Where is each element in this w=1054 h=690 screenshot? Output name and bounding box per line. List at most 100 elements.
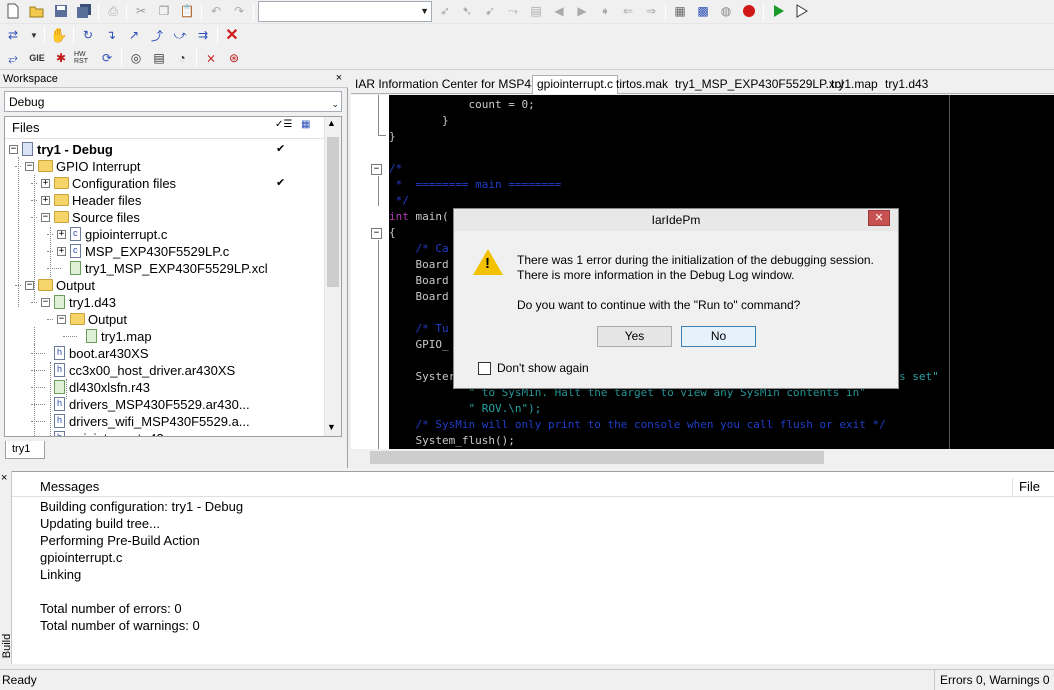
collapse-icon[interactable]: − [25,281,34,290]
tab-d43[interactable]: try1.d43 [881,76,932,93]
goto-definition-icon[interactable]: ⇐ [618,1,638,21]
tree-item[interactable]: + Configuration files ✔ [5,175,325,192]
memory-icon[interactable]: ◎ [126,48,146,68]
tab-gpiointerrupt[interactable]: gpiointerrupt.c [532,75,619,94]
next-icon[interactable]: ⤴ [147,25,167,45]
tree-item[interactable]: − Source files [5,209,325,226]
print-icon[interactable]: ⎙ [103,1,123,21]
yes-button[interactable]: Yes [597,326,672,347]
refresh-icon[interactable]: ⟳ [97,48,117,68]
expand-icon[interactable]: + [57,247,66,256]
goto-line-icon[interactable]: ⇒ [641,1,661,21]
new-file-icon[interactable] [3,1,23,21]
tree-item[interactable]: drivers_wifi_MSP430F5529.a... [5,412,325,430]
workspace-tab[interactable]: try1 [5,441,45,459]
next-statement-icon[interactable]: ⇄ [3,25,23,45]
check-column-icon[interactable]: ✓☰ [275,119,292,130]
gie-icon[interactable]: GIE [27,48,47,68]
register-icon[interactable]: HW RST [74,48,94,68]
stop-build-icon[interactable]: ◍ [716,1,736,21]
redo-icon[interactable]: ↷ [229,1,249,21]
download-and-debug-icon[interactable] [768,1,788,21]
timer-icon[interactable]: ◔ [172,48,192,68]
open-icon[interactable] [27,1,47,21]
tab-map[interactable]: try1.map [827,76,882,93]
undo-icon[interactable]: ↶ [206,1,226,21]
options-column-icon[interactable]: ▦ [301,119,310,130]
tree-item[interactable]: + gpiointerrupt.c [5,225,325,243]
compile-icon[interactable]: ▦ [670,1,690,21]
tree-item[interactable]: − try1 - Debug ✔ [5,141,325,158]
tab-xcl[interactable]: try1_MSP_EXP430F5529LP.xcl [671,76,848,93]
tab-tirtos[interactable]: tirtos.mak [612,76,672,93]
tree-scroll-thumb[interactable] [327,137,339,287]
breakpoint-icon[interactable]: ✋ [49,25,69,45]
cut-icon[interactable]: ✂ [131,1,151,21]
build-tab-label[interactable]: Build [1,629,13,663]
cspy-icon[interactable]: ⊛ [224,48,244,68]
fold-toggle[interactable]: − [371,228,382,239]
toggle-bookmark-icon[interactable]: ➶ [435,1,455,21]
navigate-back-icon[interactable]: ◀ [549,1,569,21]
make-icon[interactable]: ▩ [693,1,713,21]
no-button[interactable]: No [681,326,756,347]
tree-item[interactable]: try1_MSP_EXP430F5529LP.xcl [5,260,325,277]
dont-show-again-label[interactable]: Don't show again [497,361,589,375]
tree-item[interactable]: gpiointerrupt.r43 [5,429,325,436]
stop-debug-icon[interactable]: ✕ [222,25,242,45]
run-to-cursor-icon[interactable]: ⤻ [170,25,190,45]
step-into-icon[interactable]: ↴ [101,25,121,45]
go-icon[interactable]: ⇉ [193,25,213,45]
tab-info-center[interactable]: IAR Information Center for MSP430 [351,76,548,93]
navigate-forward-icon[interactable]: ▶ [572,1,592,21]
interrupt-icon[interactable]: ✱ [51,48,71,68]
fold-toggle[interactable]: − [371,164,382,175]
tree-item[interactable]: + MSP_EXP430F5529LP.c [5,242,325,260]
tree-item[interactable]: − Output [5,311,325,328]
expand-icon[interactable]: + [41,179,50,188]
collapse-icon[interactable]: − [57,315,66,324]
tree-item[interactable]: − GPIO Interrupt [5,158,325,175]
editor-hscroll-thumb[interactable] [370,451,824,464]
collapse-icon[interactable]: − [41,213,50,222]
reset-icon[interactable]: ⥂ [3,48,23,68]
paste-icon[interactable]: 📋 [177,1,197,21]
messages-column-header[interactable]: Messages [40,479,99,494]
scroll-down-icon[interactable]: ▼ [327,422,336,432]
navigate-icon[interactable]: ➧ [595,1,615,21]
collapse-icon[interactable]: − [41,298,50,307]
step-over-icon[interactable]: ↻ [78,25,98,45]
tree-item[interactable]: boot.ar430XS [5,344,325,362]
copy-icon[interactable]: ❐ [154,1,174,21]
save-all-icon[interactable] [74,1,94,21]
find-prev-icon[interactable]: ⤳ [503,1,523,21]
tree-item[interactable]: − Output [5,277,325,294]
close-icon[interactable]: ✕ [868,210,890,226]
stack-icon[interactable]: ▤ [149,48,169,68]
close-icon[interactable]: × [333,72,345,86]
save-icon[interactable] [51,1,71,21]
replace-icon[interactable]: ▤ [526,1,546,21]
break-icon[interactable]: ⨯ [201,48,221,68]
tree-item[interactable]: drivers_MSP430F5529.ar430... [5,395,325,413]
toggle-breakpoint-icon[interactable] [739,1,759,21]
tree-item[interactable]: try1.map [5,328,325,345]
collapse-icon[interactable]: − [25,162,34,171]
tree-scrollbar[interactable]: ▲ ▼ [324,117,341,436]
expand-icon[interactable]: + [41,196,50,205]
chevron-down-icon[interactable]: ▼ [24,25,44,45]
close-icon[interactable]: × [1,472,7,484]
configuration-select[interactable]: Debug ⌄ [4,91,342,112]
expand-icon[interactable]: + [57,230,66,239]
debug-without-download-icon[interactable] [791,1,811,21]
goto-bookmark-icon[interactable]: ➷ [457,1,477,21]
dont-show-again-checkbox[interactable] [478,362,491,375]
file-column-header[interactable]: File [1019,479,1040,494]
find-next-icon[interactable]: ➹ [480,1,500,21]
scroll-up-icon[interactable]: ▲ [327,118,336,128]
tree-item[interactable]: + Header files [5,192,325,209]
tree-item[interactable]: cc3x00_host_driver.ar430XS [5,361,325,379]
tree-item[interactable]: dl430xlsfn.r43 [5,379,325,396]
tree-item[interactable]: − try1.d43 [5,294,325,311]
step-out-icon[interactable]: ↗ [124,25,144,45]
